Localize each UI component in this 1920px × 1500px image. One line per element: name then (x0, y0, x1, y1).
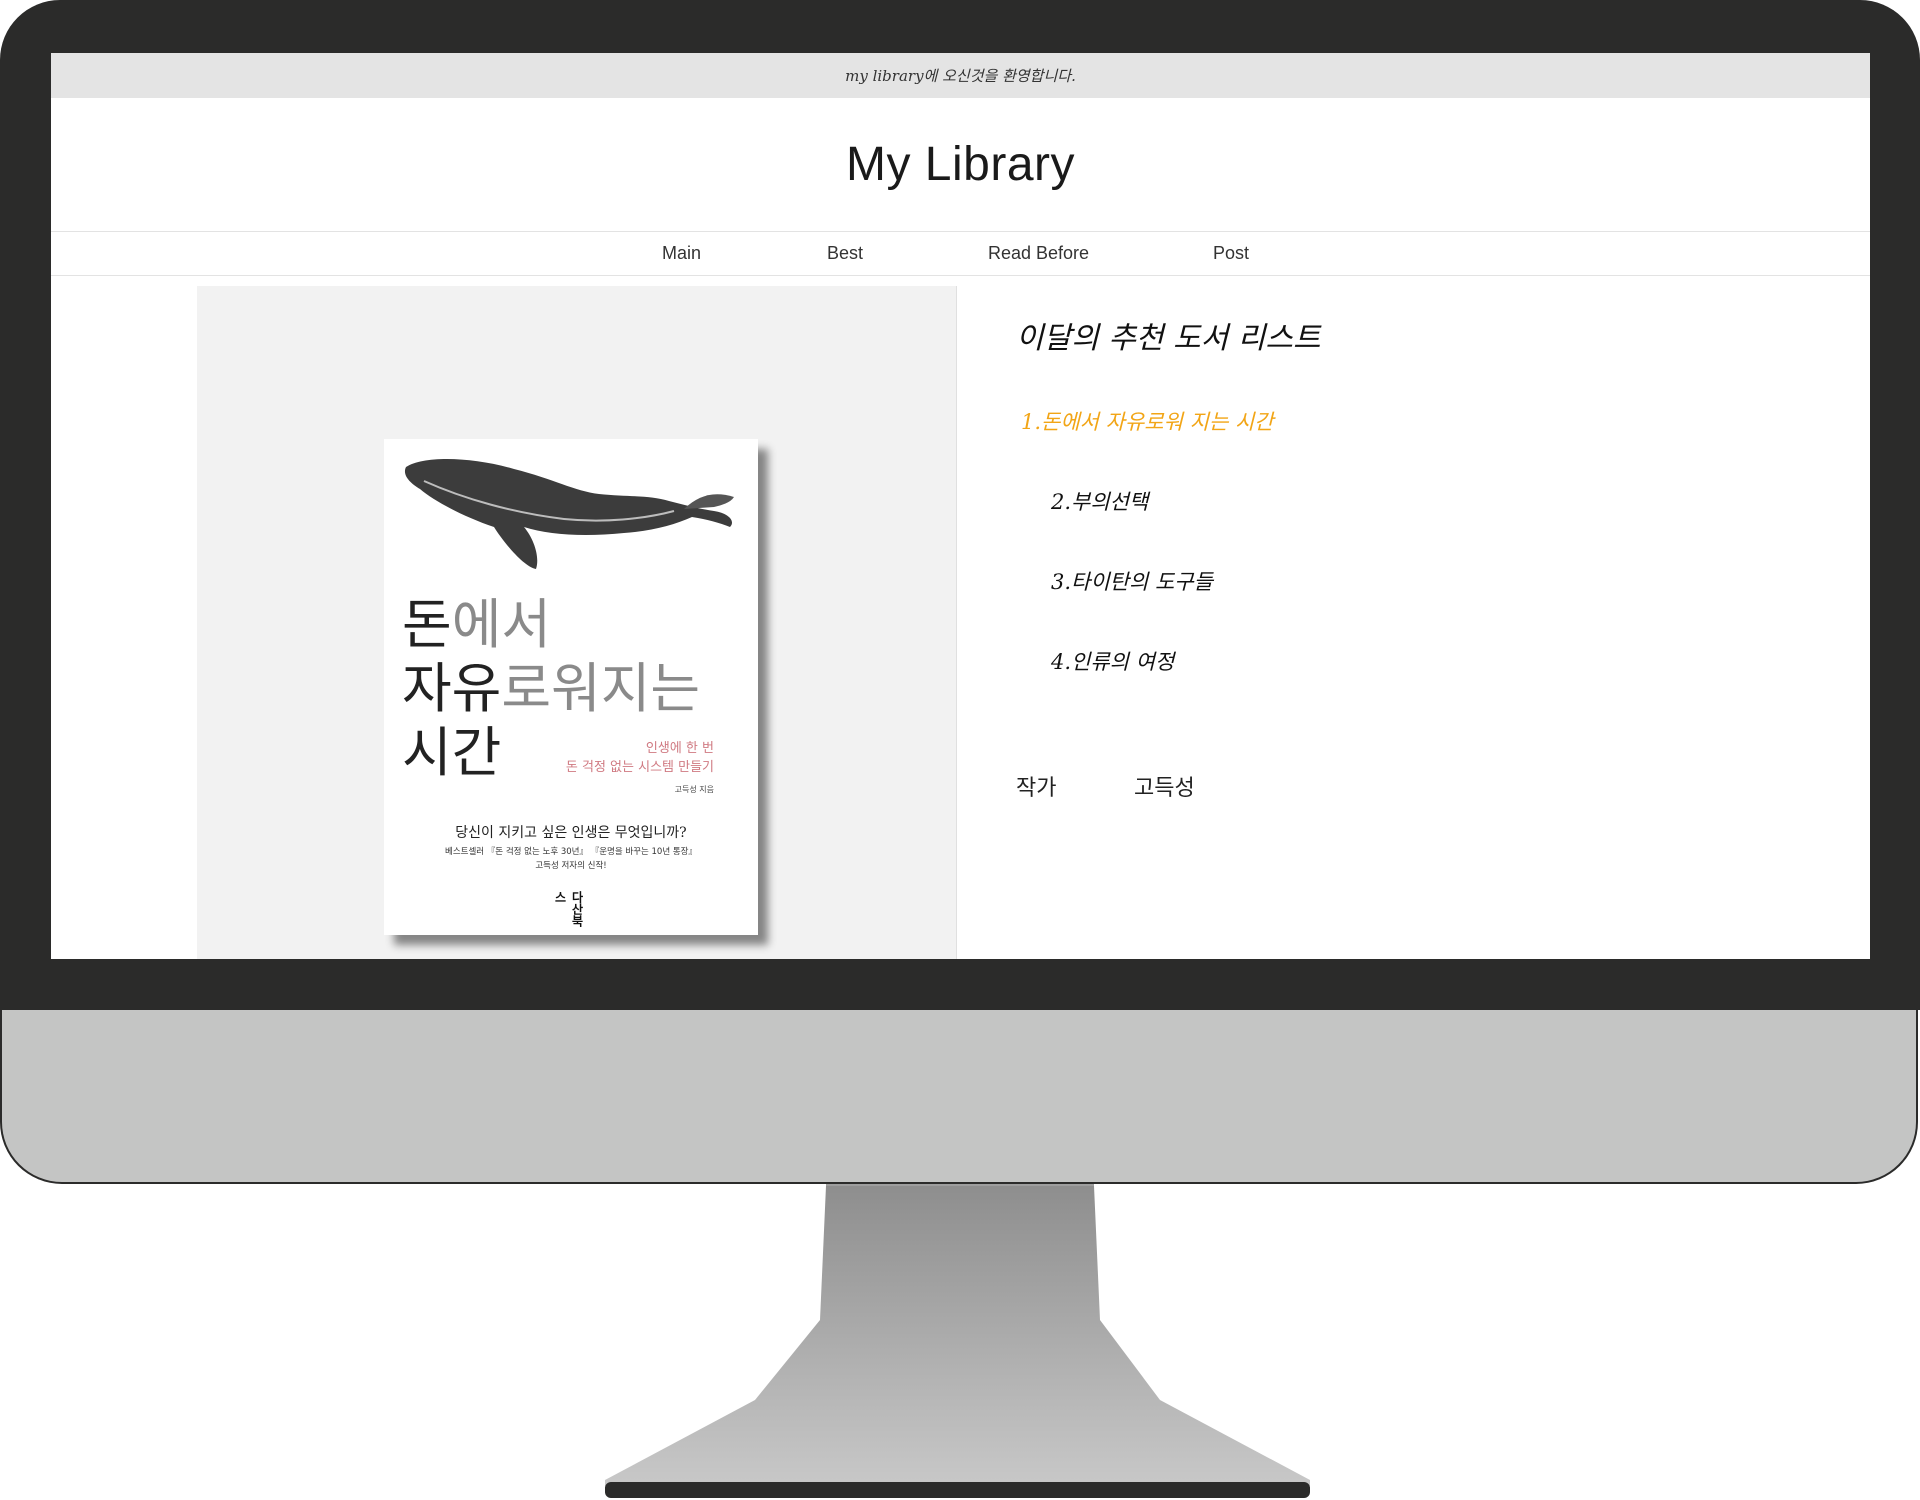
monitor-stand (605, 1186, 1310, 1498)
